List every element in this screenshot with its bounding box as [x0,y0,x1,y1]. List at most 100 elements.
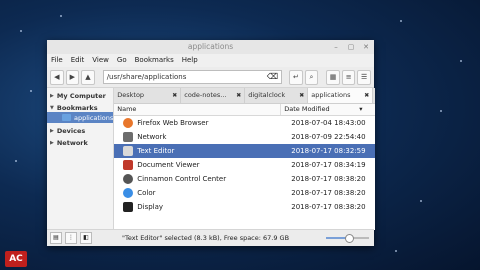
file-name: Text Editor [137,147,175,155]
file-pane: Desktop ✖ code-notes... ✖ digitalclock ✖… [114,88,376,230]
close-icon[interactable]: ✕ [362,43,370,51]
zoom-slider-handle[interactable] [345,234,354,243]
menu-view[interactable]: View [92,54,109,67]
sidebar-section-my-computer[interactable]: ▶ My Computer [47,88,113,100]
sidebar-section-bookmarks[interactable]: ▼ Bookmarks [47,100,113,112]
main-area: ▶ My Computer ▼ Bookmarks applications ▶… [47,88,376,230]
file-date: 2018-07-17 08:32:59 [291,147,366,155]
folder-icon [62,114,71,121]
list-item[interactable]: Document Viewer 2018-07-17 08:34:19 [114,158,375,172]
status-text: "Text Editor" selected (8.3 kB), Free sp… [122,234,290,242]
sort-desc-icon[interactable]: ▾ [356,104,362,115]
list-item[interactable]: Firefox Web Browser 2018-07-04 18:43:00 [114,116,375,130]
tab-desktop[interactable]: Desktop ✖ [114,88,182,103]
status-bar: ▤ ⋮ ◧ "Text Editor" selected (8.3 kB), F… [47,229,374,246]
control-center-icon [123,174,134,184]
color-icon [123,188,134,198]
tab-close-icon[interactable]: ✖ [172,88,177,103]
sidebar-section-devices[interactable]: ▶ Devices [47,123,113,135]
file-name: Document Viewer [137,161,200,169]
toolbar: ◀ ▶ ▲ /usr/share/applications ⌫ ↵ ⌕ ▦ ≡ … [47,67,374,88]
edit-path-icon: ↵ [293,72,299,81]
expand-icon: ▶ [50,139,54,146]
menu-help[interactable]: Help [182,54,198,67]
channel-logo: AC [5,251,27,267]
icon-view-button[interactable]: ▦ [326,69,340,85]
tab-digitalclock[interactable]: digitalclock ✖ [245,88,309,103]
compact-icon: ☰ [361,72,368,81]
tab-bar: Desktop ✖ code-notes... ✖ digitalclock ✖… [114,88,376,104]
location-path: /usr/share/applications [106,73,187,81]
toggle-location-button[interactable]: ↵ [289,69,303,85]
sidebar-icon: ◧ [83,234,89,241]
list-item[interactable]: Network 2018-07-09 22:54:40 [114,130,375,144]
list-item[interactable]: Display 2018-07-17 08:38:20 [114,200,375,214]
list-item[interactable]: Text Editor 2018-07-17 08:32:59 [114,144,376,158]
tree-icon: ⋮ [68,234,74,241]
tab-applications[interactable]: applications ✖ [308,88,374,103]
file-name: Network [137,133,167,141]
maximize-icon[interactable]: ▢ [347,43,355,51]
file-manager-window: applications – ▢ ✕ File Edit View Go Boo… [47,40,376,246]
sidebar: ▶ My Computer ▼ Bookmarks applications ▶… [47,88,115,230]
column-date-modified[interactable]: Date Modified [281,104,356,115]
menu-file[interactable]: File [51,54,63,67]
tab-code-notes[interactable]: code-notes... ✖ [181,88,246,103]
arrow-up-icon: ▲ [85,72,91,81]
firefox-icon [123,118,134,128]
file-list: Firefox Web Browser 2018-07-04 18:43:00 … [114,116,376,230]
up-button[interactable]: ▲ [81,69,95,85]
sidebar-section-label: My Computer [56,91,106,100]
tab-close-icon[interactable]: ✖ [236,88,241,103]
sidebar-item-applications[interactable]: applications [47,112,114,123]
text-editor-icon [123,146,134,156]
arrow-right-icon: ▶ [69,72,76,81]
list-item[interactable]: Color 2018-07-17 08:38:20 [114,186,375,200]
file-name: Cinnamon Control Center [137,175,227,183]
menu-go[interactable]: Go [117,54,127,67]
menu-edit[interactable]: Edit [71,54,85,67]
back-button[interactable]: ◀ [50,69,64,85]
grid-icon: ▦ [329,72,337,81]
file-name: Firefox Web Browser [137,119,209,127]
sidebar-section-label: Network [56,138,88,147]
compact-view-button[interactable]: ☰ [357,69,371,85]
network-icon [123,132,134,142]
tab-label: digitalclock [248,91,286,99]
minimize-icon[interactable]: – [332,43,340,51]
sidebar-section-label: Bookmarks [56,103,98,112]
hide-sidebar-button[interactable]: ◧ [80,232,92,244]
arrow-left-icon: ◀ [54,72,60,81]
search-button[interactable]: ⌕ [304,69,319,85]
list-view-button[interactable]: ≡ [341,69,356,85]
display-icon [123,202,134,212]
title-bar[interactable]: applications – ▢ ✕ [47,40,374,54]
expand-icon: ▶ [50,127,54,134]
window-title: applications [187,42,234,51]
file-name: Display [137,203,164,211]
file-date: 2018-07-17 08:38:20 [291,175,366,183]
menu-bar: File Edit View Go Bookmarks Help [47,54,374,67]
column-header: Name Date Modified ▾ [114,104,376,116]
document-viewer-icon [123,160,134,170]
file-date: 2018-07-17 08:34:19 [291,161,366,169]
file-date: 2018-07-17 08:38:20 [291,203,366,211]
location-input[interactable]: /usr/share/applications ⌫ [102,70,283,84]
column-name[interactable]: Name [114,104,282,115]
list-item[interactable]: Cinnamon Control Center 2018-07-17 08:38… [114,172,375,186]
sidebar-section-network[interactable]: ▶ Network [47,135,113,147]
search-icon: ⌕ [309,72,314,81]
file-name: Color [137,189,156,197]
sidebar-item-label: applications [74,113,114,122]
sidebar-section-label: Devices [56,126,86,135]
forward-button[interactable]: ▶ [65,69,80,85]
file-date: 2018-07-04 18:43:00 [291,119,366,127]
show-tree-button[interactable]: ⋮ [65,232,77,244]
expand-icon: ▶ [50,92,54,99]
menu-bookmarks[interactable]: Bookmarks [135,54,174,67]
tab-label: code-notes... [184,91,227,99]
tab-close-icon[interactable]: ✖ [299,88,304,103]
show-places-button[interactable]: ▤ [50,232,62,244]
tab-close-icon[interactable]: ✖ [364,88,369,103]
clear-location-icon[interactable]: ⌫ [267,71,278,83]
